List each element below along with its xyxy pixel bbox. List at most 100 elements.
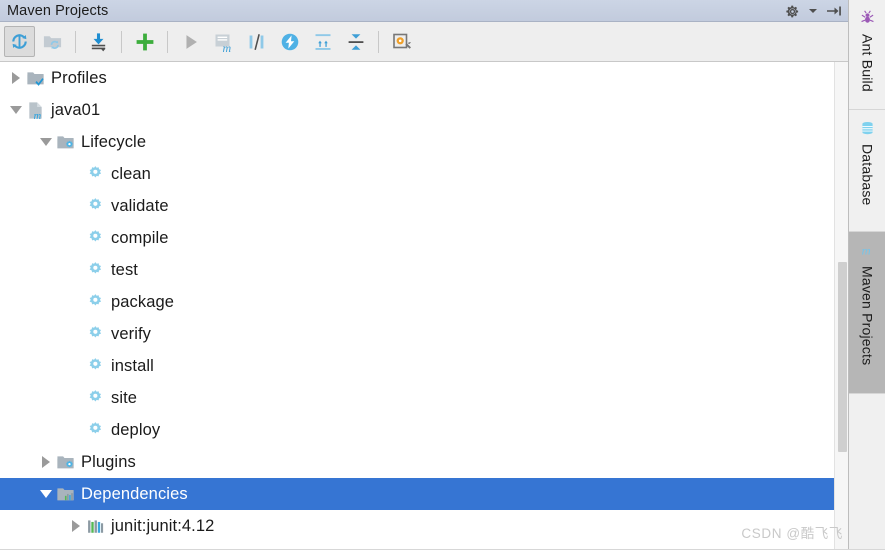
- tree-row-clean[interactable]: clean: [0, 158, 848, 190]
- expand-all-button[interactable]: [307, 26, 338, 57]
- tree-row-label: install: [111, 356, 154, 375]
- tree-row-compile[interactable]: compile: [0, 222, 848, 254]
- chevron-down-icon[interactable]: [8, 94, 24, 126]
- maven-projects-tool-window: Maven Projects m Profiles m java01 Lifec…: [0, 0, 885, 550]
- tree-twisty-placeholder: [68, 286, 84, 318]
- gear-icon: [84, 222, 106, 254]
- arrow-down-glyph: [40, 490, 52, 498]
- tree-twisty-placeholder: [68, 414, 84, 446]
- gear-icon[interactable]: [785, 4, 800, 19]
- maven-panel: Maven Projects m Profiles m java01 Lifec…: [0, 0, 848, 550]
- arrow-right-glyph: [12, 72, 20, 84]
- tree-row-label: Profiles: [51, 68, 107, 87]
- execute-maven-goal-button[interactable]: m: [208, 26, 239, 57]
- right-tool-tabbar: Ant Build Database m Maven Projects: [848, 0, 885, 550]
- chevron-down-icon[interactable]: [38, 126, 54, 158]
- maven-settings-button[interactable]: [386, 26, 417, 57]
- collapse-all-button[interactable]: [340, 26, 371, 57]
- arrow-down-glyph: [10, 106, 22, 114]
- toolbar-separator: [75, 30, 76, 53]
- maven-m-icon: m: [858, 240, 878, 260]
- toolbar-separator: [121, 30, 122, 53]
- tree-row-label: package: [111, 292, 175, 311]
- gear-icon: [84, 318, 106, 350]
- sidebar-tab-maven-projects[interactable]: m Maven Projects: [849, 232, 885, 394]
- hide-panel-arrow-icon[interactable]: [826, 4, 842, 18]
- gear-icon: [84, 350, 106, 382]
- toolbar-separator: [378, 30, 379, 53]
- run-maven-build-button[interactable]: [175, 26, 206, 57]
- toggle-offline-mode-button[interactable]: [274, 26, 305, 57]
- tree-row-label: test: [111, 260, 138, 279]
- page-title: Maven Projects: [7, 2, 109, 19]
- sidebar-tab-label: Ant Build: [859, 34, 876, 92]
- tool-window-titlebar: Maven Projects: [0, 0, 848, 22]
- tree-row-site[interactable]: site: [0, 382, 848, 414]
- tree-row-label: validate: [111, 196, 169, 215]
- tree-row-label: Lifecycle: [81, 132, 147, 151]
- tree-row-label: Dependencies: [81, 484, 188, 503]
- tree-row-package[interactable]: package: [0, 286, 848, 318]
- sidebar-tab-label: Maven Projects: [859, 266, 876, 366]
- maven-tree: Profiles m java01 Lifecycle clean validate com…: [0, 62, 848, 550]
- tree-row-plugins[interactable]: Plugins: [0, 446, 848, 478]
- tree-row-junit-junit-4-12[interactable]: junit:junit:4.12: [0, 510, 848, 542]
- maven-toolbar: m: [0, 22, 848, 62]
- maven-module-m-icon: m: [24, 94, 46, 126]
- svg-text:m: m: [222, 41, 231, 53]
- tree-row-label: clean: [111, 164, 151, 183]
- toggle-skip-tests-button[interactable]: [241, 26, 272, 57]
- tree-row-profiles[interactable]: Profiles: [0, 62, 848, 94]
- chevron-right-icon[interactable]: [68, 510, 84, 542]
- download-sources-documentation-button[interactable]: [83, 26, 114, 57]
- tree-row-validate[interactable]: validate: [0, 190, 848, 222]
- sidebar-tab-ant-build[interactable]: Ant Build: [849, 0, 885, 110]
- svg-text:m: m: [33, 111, 41, 120]
- sidebar-tab-label: Database: [859, 144, 876, 206]
- sidebar-empty-area: [849, 394, 885, 550]
- vertical-scrollbar[interactable]: [834, 62, 848, 550]
- gear-icon: [84, 382, 106, 414]
- library-bars-icon: [84, 510, 106, 542]
- titlebar-actions: [785, 0, 842, 22]
- svg-text:m: m: [862, 243, 871, 257]
- chevron-down-icon[interactable]: [38, 478, 54, 510]
- tree-row-lifecycle[interactable]: Lifecycle: [0, 126, 848, 158]
- tree-row-deploy[interactable]: deploy: [0, 414, 848, 446]
- reimport-all-maven-projects-button[interactable]: [4, 26, 35, 57]
- ant-icon: [858, 8, 878, 28]
- database-icon: [858, 118, 878, 138]
- sidebar-tab-database[interactable]: Database: [849, 110, 885, 232]
- arrow-right-glyph: [42, 456, 50, 468]
- add-maven-project-button[interactable]: [129, 26, 160, 57]
- chevron-down-icon[interactable]: [809, 7, 817, 15]
- tree-twisty-placeholder: [68, 158, 84, 190]
- folder-gear-icon: [54, 126, 76, 158]
- gear-icon: [84, 254, 106, 286]
- gear-icon: [84, 190, 106, 222]
- tree-row-test[interactable]: test: [0, 254, 848, 286]
- generate-sources-update-folders-button[interactable]: [37, 26, 68, 57]
- arrow-right-glyph: [72, 520, 80, 532]
- gear-icon: [84, 414, 106, 446]
- arrow-down-glyph: [40, 138, 52, 146]
- tree-row-dependencies[interactable]: Dependencies: [0, 478, 848, 510]
- tree-twisty-placeholder: [68, 190, 84, 222]
- vertical-scrollbar-thumb[interactable]: [838, 262, 847, 453]
- tree-row-label: compile: [111, 228, 169, 247]
- tree-row-install[interactable]: install: [0, 350, 848, 382]
- tree-row-verify[interactable]: verify: [0, 318, 848, 350]
- chevron-right-icon[interactable]: [38, 446, 54, 478]
- tree-row-label: Plugins: [81, 452, 136, 471]
- tree-row-java01[interactable]: m java01: [0, 94, 848, 126]
- chevron-right-icon[interactable]: [8, 62, 24, 94]
